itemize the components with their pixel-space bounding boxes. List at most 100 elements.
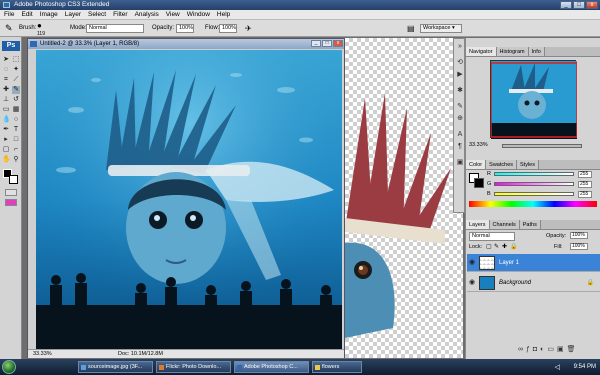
taskbar-button-photoshop[interactable]: Adobe Photoshop C... [234,361,309,373]
document-size[interactable]: Doc: 10.1M/12.8M [118,350,163,359]
dodge-tool-icon[interactable]: ○ [12,116,20,124]
lasso-tool-icon[interactable]: ◌ [2,66,10,74]
clone-stamp-tool-icon[interactable]: ⊥ [2,96,10,104]
menu-filter[interactable]: Filter [113,10,127,19]
red-slider[interactable] [494,172,574,176]
tab-layers[interactable]: Layers [466,220,490,229]
palette-toggle-icon[interactable]: ▤ [407,20,415,37]
tab-paths[interactable]: Paths [519,220,541,229]
menu-edit[interactable]: Edit [21,10,32,19]
collapse-icon[interactable]: » [456,43,464,51]
green-value[interactable]: 255 [578,181,592,188]
document-close-button[interactable]: x [333,40,343,47]
color-spectrum-bar[interactable] [469,201,597,207]
workspace-menu[interactable]: Workspace ▾ [420,24,462,33]
color-background-swatch[interactable] [474,178,484,188]
navigator-preview[interactable] [490,60,578,139]
history-icon[interactable]: ⟲ [456,59,464,67]
lock-pixels-icon[interactable]: ✎ [494,243,499,250]
move-tool-icon[interactable]: ➤ [2,56,10,64]
blend-mode-select[interactable]: Normal [469,232,515,241]
taskbar-button-sourceimage[interactable]: sourceimage.jpg (3F... [78,361,153,373]
actions-icon[interactable]: ▶ [456,71,464,79]
document-maximize-button[interactable]: □ [322,40,332,47]
eyedropper-tool-icon[interactable]: ⌐ [12,146,20,154]
brush-tool-icon[interactable]: ✎ [12,86,20,94]
zoom-tool-icon[interactable]: ⚲ [12,156,20,164]
notes-tool-icon[interactable]: ▢ [2,146,10,154]
tab-channels[interactable]: Channels [489,220,520,229]
mode-select[interactable]: Normal [86,24,144,33]
marquee-tool-icon[interactable]: ⬚ [12,56,20,64]
paragraph-icon[interactable]: ¶ [456,143,464,151]
eraser-tool-icon[interactable]: ▭ [2,106,10,114]
taskbar-clock[interactable]: 9:54 PM [574,359,596,375]
volume-icon[interactable]: ◁ [555,363,560,371]
lock-position-icon[interactable]: ✚ [502,243,507,250]
second-document-canvas[interactable] [345,38,463,358]
menu-file[interactable]: File [4,10,14,19]
green-slider[interactable] [494,182,574,186]
lock-all-icon[interactable]: 🔒 [510,243,517,250]
blue-value[interactable]: 255 [578,191,592,198]
healing-brush-tool-icon[interactable]: ✚ [2,86,10,94]
opacity-input[interactable]: 100% [176,24,194,33]
history-brush-tool-icon[interactable]: ↺ [12,96,20,104]
taskbar-button-flickr[interactable]: Flickr: Photo Downlo... [156,361,231,373]
link-layers-icon[interactable]: ∞ [518,345,523,355]
minimize-button[interactable]: _ [560,1,572,9]
layer-row[interactable]: ◉ Layer 1 [467,254,600,272]
menu-layer[interactable]: Layer [65,10,81,19]
background-color-swatch[interactable] [9,175,18,184]
layer-mask-icon[interactable]: ◘ [533,345,537,355]
quick-mask-icon[interactable] [5,189,17,196]
clone-source-icon[interactable]: ⊕ [456,115,464,123]
flow-input[interactable]: 100% [219,24,237,33]
navigator-zoom-slider[interactable] [502,144,582,148]
hand-tool-icon[interactable]: ✋ [2,156,11,164]
brushes-icon[interactable]: ✎ [456,103,464,111]
crop-tool-icon[interactable]: ⌗ [2,76,10,84]
screen-mode-icon[interactable] [5,199,17,206]
layer-comps-icon[interactable]: ▣ [456,159,464,167]
type-tool-icon[interactable]: T [12,126,20,134]
fill-input[interactable]: 100% [570,243,588,250]
document-zoom[interactable]: 33.33% [33,351,52,357]
brush-tool-icon[interactable]: ✎ [5,20,13,37]
visibility-eye-icon[interactable]: ◉ [469,279,476,286]
blue-slider[interactable] [494,192,574,196]
tab-histogram[interactable]: Histogram [496,47,529,56]
layer-opacity-input[interactable]: 100% [570,232,588,239]
document-minimize-button[interactable]: _ [311,40,321,47]
menu-window[interactable]: Window [187,10,210,19]
path-selection-tool-icon[interactable]: ▸ [2,136,10,144]
tool-presets-icon[interactable]: ✱ [456,87,464,95]
red-value[interactable]: 255 [578,171,592,178]
new-group-icon[interactable]: ▭ [547,345,554,355]
slice-tool-icon[interactable]: ⟋ [12,76,20,84]
gradient-tool-icon[interactable]: ▦ [12,106,20,114]
navigator-zoom[interactable]: 33.33% [469,142,488,148]
menu-view[interactable]: View [166,10,180,19]
lock-transparency-icon[interactable]: ▢ [486,243,492,250]
adjustment-layer-icon[interactable]: ◐ [540,345,544,355]
document-canvas[interactable] [36,50,342,350]
tab-info[interactable]: Info [528,47,545,56]
menu-select[interactable]: Select [88,10,106,19]
tab-swatches[interactable]: Swatches [486,160,518,169]
menu-image[interactable]: Image [40,10,58,19]
tab-color[interactable]: Color [466,160,487,169]
shape-tool-icon[interactable]: □ [12,136,20,144]
close-button[interactable]: x [586,1,598,9]
start-button[interactable] [2,360,16,374]
airbrush-icon[interactable]: ✈ [245,20,252,37]
blur-tool-icon[interactable]: 💧 [2,116,11,124]
character-icon[interactable]: A [456,131,464,139]
magic-wand-tool-icon[interactable]: ✦ [12,66,20,74]
tab-navigator[interactable]: Navigator [466,47,497,56]
pen-tool-icon[interactable]: ✒ [2,126,10,134]
visibility-eye-icon[interactable]: ◉ [469,259,476,266]
menu-help[interactable]: Help [217,10,230,19]
taskbar-button-flowers[interactable]: flowers [312,361,362,373]
new-layer-icon[interactable]: ▣ [557,345,564,355]
